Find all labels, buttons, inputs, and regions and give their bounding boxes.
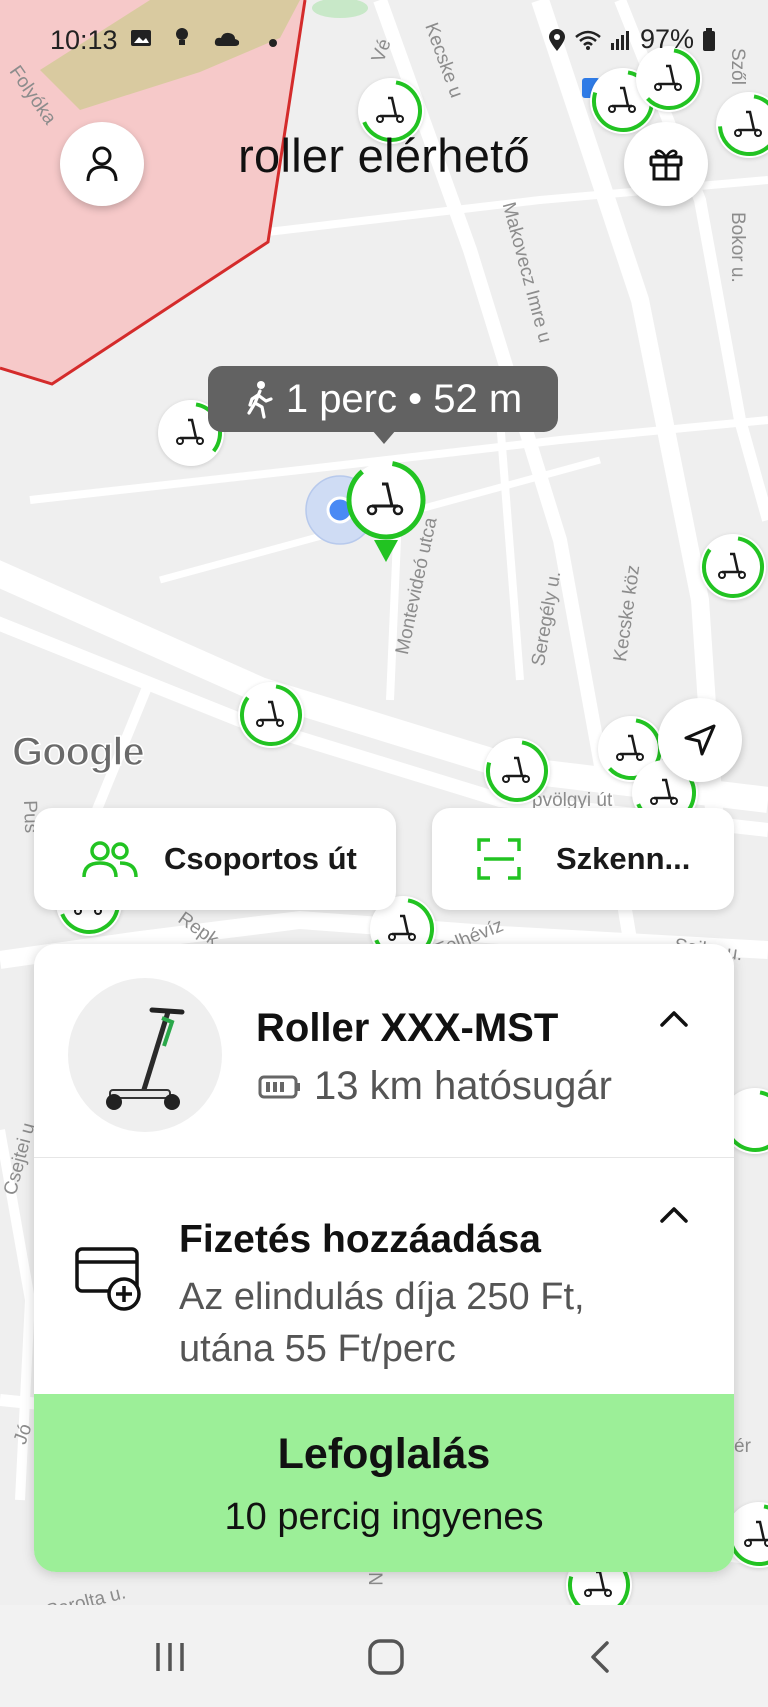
gift-button[interactable]	[624, 122, 708, 206]
scooter-pin[interactable]	[716, 92, 768, 158]
image-icon	[131, 30, 151, 46]
status-bar: 10:13 97%	[0, 0, 768, 80]
reserve-title: Lefoglalás	[277, 1430, 491, 1478]
chevron-up-icon[interactable]	[659, 1206, 689, 1224]
group-ride-label: Csoportos út	[164, 841, 357, 876]
person-icon	[86, 146, 118, 182]
vehicle-name: Roller XXX-MST	[256, 1006, 559, 1050]
walking-icon	[247, 381, 273, 419]
scan-frame-icon	[477, 838, 521, 880]
tooltip-arrow	[372, 430, 396, 444]
status-system-icons: 97%	[548, 24, 716, 55]
scan-label: Szkenn...	[556, 841, 691, 876]
street-label: ér	[734, 1436, 751, 1457]
scooter-pin[interactable]	[700, 534, 766, 600]
gift-icon	[649, 149, 683, 181]
reserve-subtitle: 10 percig ingyenes	[224, 1496, 544, 1538]
scan-button[interactable]: Szkenn...	[432, 808, 734, 910]
home-button[interactable]	[356, 1629, 416, 1685]
walk-distance-tooltip: 1 perc • 52 m	[208, 366, 558, 432]
battery-percent: 97%	[639, 24, 694, 54]
payment-title: Fizetés hozzáadása	[179, 1218, 541, 1261]
lightbulb-icon	[176, 28, 189, 45]
back-button[interactable]	[570, 1629, 630, 1685]
street-label: N	[364, 1572, 385, 1586]
vehicle-range-text: 13 km hatósugár	[314, 1064, 612, 1108]
walk-distance-text: 1 perc • 52 m	[285, 376, 523, 421]
reserve-button[interactable]: Lefoglalás 10 percig ingyenes	[34, 1394, 734, 1572]
selected-scooter-pin[interactable]	[344, 454, 434, 568]
location-icon	[548, 28, 565, 51]
page-title: roller elérhető	[238, 129, 530, 182]
add-card-icon	[75, 1247, 141, 1311]
scooter-pin[interactable]	[238, 682, 304, 748]
scooter-image	[68, 978, 222, 1132]
vehicle-bottom-sheet: Roller XXX-MST 13 km hatósugár Fizetés h…	[34, 944, 734, 1572]
battery-icon	[703, 27, 715, 51]
signal-icon	[610, 30, 629, 50]
home-icon	[368, 1639, 404, 1675]
chevron-up-icon[interactable]	[659, 1010, 689, 1028]
back-icon	[591, 1641, 609, 1673]
street-label: Bokor u.	[727, 212, 748, 283]
dot-icon	[269, 39, 278, 47]
scooter-pin[interactable]	[484, 738, 550, 804]
wifi-icon	[575, 30, 601, 50]
status-time: 10:13	[50, 25, 118, 55]
system-navigation-bar	[0, 1605, 768, 1707]
navigation-arrow-icon	[684, 724, 716, 756]
profile-button[interactable]	[60, 122, 144, 206]
status-notification-icons	[130, 26, 278, 54]
vehicle-row[interactable]: Roller XXX-MST 13 km hatósugár	[34, 944, 734, 1158]
battery-icon	[258, 1075, 300, 1098]
payment-row[interactable]: Fizetés hozzáadása Az elindulás díja 250…	[34, 1158, 734, 1394]
recenter-button[interactable]	[658, 698, 742, 782]
payment-description: Az elindulás díja 250 Ft, utána 55 Ft/pe…	[179, 1276, 585, 1370]
group-icon	[82, 841, 138, 878]
recents-button[interactable]	[140, 1629, 200, 1685]
group-ride-button[interactable]: Csoportos út	[34, 808, 396, 910]
google-attribution: Google	[11, 729, 145, 775]
vehicle-range: 13 km hatósugár	[258, 1064, 612, 1109]
cloud-icon	[215, 32, 240, 46]
recents-icon	[156, 1643, 184, 1671]
